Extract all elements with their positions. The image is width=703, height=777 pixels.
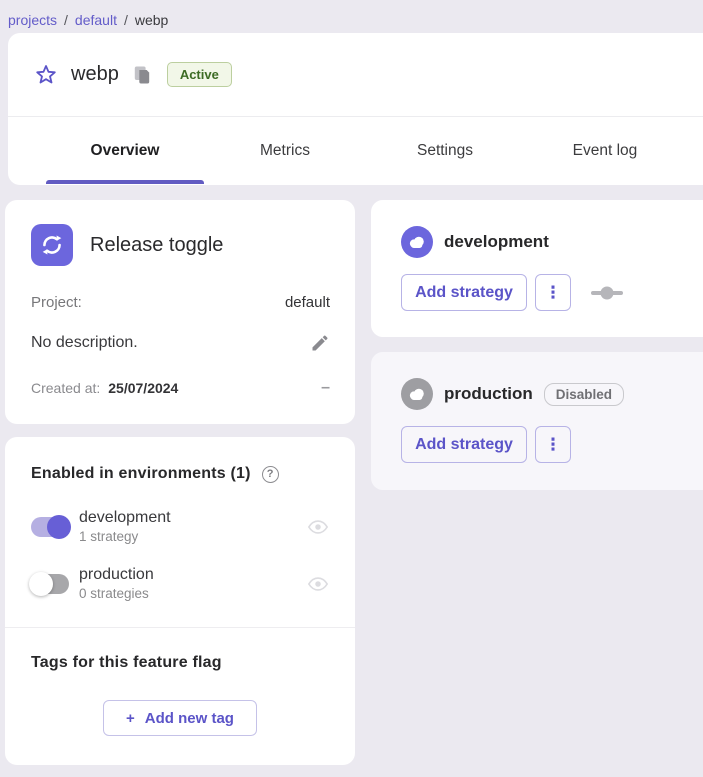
environment-name: development [79, 509, 171, 527]
project-label: Project: [31, 294, 82, 311]
plus-icon: + [126, 710, 135, 727]
breadcrumb-link-default[interactable]: default [75, 12, 117, 28]
favorite-button[interactable] [34, 63, 58, 87]
development-toggle[interactable] [31, 517, 69, 537]
copy-name-button[interactable] [133, 65, 151, 85]
feature-flag-page: projects / default / webp webp Active [0, 0, 703, 777]
toggle-knob [29, 572, 53, 596]
edit-description-button[interactable] [310, 333, 330, 353]
tab-label: Metrics [260, 142, 310, 160]
breadcrumb-current: webp [135, 12, 168, 28]
breadcrumb-link-projects[interactable]: projects [8, 12, 57, 28]
star-icon [34, 63, 58, 87]
flag-type-header: Release toggle [31, 224, 330, 266]
help-icon[interactable]: ? [262, 466, 279, 483]
environment-cloud-icon [401, 378, 433, 410]
kebab-menu-button[interactable]: ⋮ [535, 274, 571, 311]
toggle-knob [47, 515, 71, 539]
visibility-button[interactable] [307, 575, 329, 593]
tab-metrics[interactable]: Metrics [205, 117, 365, 184]
eye-icon [307, 518, 329, 536]
add-tag-label: Add new tag [145, 710, 234, 727]
panel-header: development [401, 226, 701, 258]
project-row: Project: default [31, 294, 330, 311]
flag-details-card: Release toggle Project: default No descr… [5, 200, 355, 424]
environment-panel-name: development [444, 232, 549, 252]
eye-icon [307, 575, 329, 593]
add-new-tag-button[interactable]: + Add new tag [103, 700, 257, 736]
panel-header: production Disabled [401, 378, 701, 410]
tab-event-log[interactable]: Event log [525, 117, 685, 184]
production-toggle[interactable] [31, 574, 69, 594]
environment-row-production: production 0 strategies [31, 566, 329, 601]
disabled-badge: Disabled [544, 383, 624, 406]
tab-overview[interactable]: Overview [45, 117, 205, 184]
environment-name: production [79, 566, 154, 584]
strategy-count: 1 strategy [79, 529, 171, 544]
development-environment-panel: development Add strategy ⋮ [371, 200, 703, 337]
active-tab-indicator [46, 180, 204, 184]
dash-dot [601, 286, 614, 299]
environments-card: Enabled in environments (1) ? developmen… [5, 437, 355, 765]
kebab-menu-button[interactable]: ⋮ [535, 426, 571, 463]
pencil-icon [310, 333, 330, 353]
created-label: Created at: [31, 380, 100, 396]
environments-title: Enabled in environments (1) [31, 465, 251, 483]
minus-icon: – [321, 380, 330, 396]
environment-row-development: development 1 strategy [31, 509, 329, 544]
breadcrumb-separator: / [124, 12, 128, 28]
created-value: 25/07/2024 [108, 380, 178, 396]
description-row: No description. [31, 333, 330, 353]
tab-settings[interactable]: Settings [365, 117, 525, 184]
collapsed-strategy-indicator [591, 286, 623, 300]
panel-actions: Add strategy ⋮ [401, 426, 701, 463]
status-badge: Active [167, 62, 232, 87]
production-environment-panel: production Disabled Add strategy ⋮ [371, 352, 703, 490]
panel-actions: Add strategy ⋮ [401, 274, 701, 311]
release-toggle-icon [31, 224, 73, 266]
environment-panel-name: production [444, 384, 533, 404]
page-title: webp [71, 63, 119, 86]
title-row: webp Active [8, 33, 703, 117]
flag-type-title: Release toggle [90, 234, 223, 257]
tab-label: Overview [91, 142, 160, 160]
visibility-button[interactable] [307, 518, 329, 536]
tab-label: Event log [573, 142, 638, 160]
section-divider [5, 627, 355, 628]
breadcrumb: projects / default / webp [0, 0, 703, 33]
strategy-count: 0 strategies [79, 586, 154, 601]
tags-title: Tags for this feature flag [31, 654, 329, 672]
environment-cloud-icon [401, 226, 433, 258]
created-row: Created at: 25/07/2024 – [31, 380, 330, 396]
breadcrumb-separator: / [64, 12, 68, 28]
add-strategy-button[interactable]: Add strategy [401, 426, 527, 463]
environments-header: Enabled in environments (1) ? [31, 465, 329, 483]
tab-bar: Overview Metrics Settings Event log [8, 117, 703, 184]
add-strategy-button[interactable]: Add strategy [401, 274, 527, 311]
description-text: No description. [31, 334, 138, 352]
header-card: webp Active Overview Metrics Settings Ev [8, 33, 703, 185]
project-value: default [285, 294, 330, 311]
copy-icon [133, 65, 151, 85]
tab-label: Settings [417, 142, 473, 160]
